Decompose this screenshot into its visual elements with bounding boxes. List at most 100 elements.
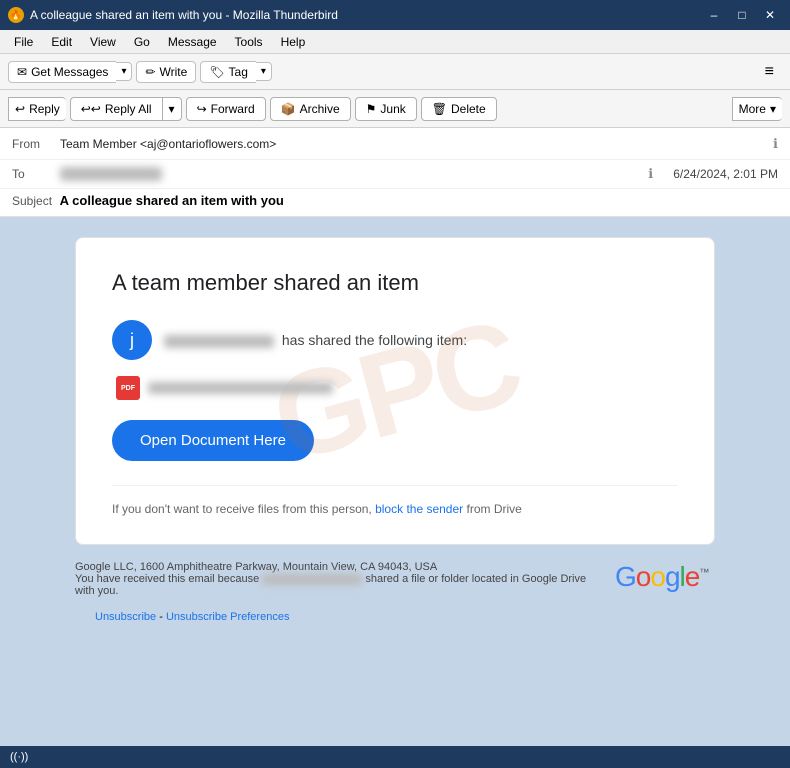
email-date: 6/24/2024, 2:01 PM <box>673 167 778 181</box>
menu-tools[interactable]: Tools <box>227 33 271 51</box>
close-button[interactable]: ✕ <box>758 5 782 25</box>
app-icon: 🔥 <box>8 7 24 23</box>
reply-button[interactable]: ↩ Reply <box>8 97 66 121</box>
junk-button[interactable]: ⚑ Junk <box>355 97 417 121</box>
open-btn-container: Open Document Here <box>112 420 678 485</box>
menu-edit[interactable]: Edit <box>43 33 80 51</box>
from-row: From Team Member <aj@ontarioflowers.com>… <box>0 128 790 160</box>
sharer-suffix: has shared the following item: <box>282 332 467 348</box>
forward-button[interactable]: ↪ Forward <box>186 97 266 121</box>
sharer-row: j has shared the following item: <box>112 320 678 360</box>
forward-icon: ↪ <box>197 102 207 116</box>
avatar: j <box>112 320 152 360</box>
company-notice: You have received this email because sha… <box>75 573 595 597</box>
block-sender-link[interactable]: block the sender <box>375 502 463 516</box>
delete-label: Delete <box>451 102 486 116</box>
delete-icon: 🗑 <box>432 102 447 116</box>
sharer-text: has shared the following item: <box>164 332 467 348</box>
reply-group: ↩ Reply <box>8 97 66 121</box>
google-logo-container: Google™ <box>615 561 708 593</box>
maximize-button[interactable]: □ <box>730 5 754 25</box>
envelope-icon: ✉ <box>17 65 27 79</box>
footer-company-text: Google LLC, 1600 Amphitheatre Parkway, M… <box>75 561 595 597</box>
google-tm: ™ <box>699 568 708 579</box>
unsubscribe-separator: - <box>159 611 166 623</box>
pencil-icon: ✏ <box>145 65 155 79</box>
write-label: Write <box>160 65 188 79</box>
subject-row: Subject A colleague shared an item with … <box>0 189 790 216</box>
footer-suffix: from Drive <box>467 502 522 516</box>
menu-message[interactable]: Message <box>160 33 225 51</box>
open-document-button[interactable]: Open Document Here <box>112 420 314 461</box>
date-container: 6/24/2024, 2:01 PM <box>673 160 790 188</box>
google-logo: Google™ <box>615 561 708 592</box>
pdf-icon: PDF <box>116 376 140 400</box>
menu-view[interactable]: View <box>82 33 124 51</box>
title-bar: 🔥 A colleague shared an item with you - … <box>0 0 790 30</box>
minimize-button[interactable]: – <box>702 5 726 25</box>
company-footer: Google LLC, 1600 Amphitheatre Parkway, M… <box>75 561 715 597</box>
junk-label: Junk <box>380 102 405 116</box>
main-toolbar: ✉ Get Messages ▾ ✏ Write 🏷 Tag ▾ ≡ <box>0 54 790 90</box>
window-title: A colleague shared an item with you - Mo… <box>30 8 338 22</box>
title-bar-left: 🔥 A colleague shared an item with you - … <box>8 7 338 23</box>
delete-button[interactable]: 🗑 Delete <box>421 97 497 121</box>
junk-icon: ⚑ <box>366 102 377 116</box>
company-address: Google LLC, 1600 Amphitheatre Parkway, M… <box>75 561 595 573</box>
sender-info-icon[interactable]: ℹ <box>773 136 778 152</box>
to-value: ████████████ <box>60 167 648 181</box>
get-messages-label: Get Messages <box>31 65 108 79</box>
write-button[interactable]: ✏ Write <box>136 61 196 83</box>
tag-button[interactable]: 🏷 Tag <box>200 61 256 83</box>
menu-help[interactable]: Help <box>273 33 314 51</box>
reply-all-label: Reply All <box>105 102 152 116</box>
footer-bottom-row: Google LLC, 1600 Amphitheatre Parkway, M… <box>75 561 715 597</box>
status-bar: ((·)) <box>0 746 790 768</box>
archive-icon: 📦 <box>281 102 296 116</box>
reply-all-icon: ↩↩ <box>81 102 101 116</box>
from-value: Team Member <aj@ontarioflowers.com> <box>60 137 773 151</box>
get-messages-dropdown[interactable]: ▾ <box>116 62 132 81</box>
to-date-row: To ████████████ ℹ 6/24/2024, 2:01 PM <box>0 160 790 189</box>
avatar-letter: j <box>130 330 134 351</box>
menu-go[interactable]: Go <box>126 33 158 51</box>
archive-label: Archive <box>300 102 340 116</box>
from-label: From <box>12 137 60 151</box>
get-messages-group: ✉ Get Messages ▾ <box>8 61 132 83</box>
reply-all-dropdown[interactable]: ▾ <box>162 97 182 121</box>
forward-label: Forward <box>211 102 255 116</box>
sharer-name-blurred <box>164 335 274 348</box>
to-info-icon[interactable]: ℹ <box>648 166 653 182</box>
more-label: More <box>739 102 766 116</box>
email-header: ↩ Reply ↩↩ Reply All ▾ ↪ Forward 📦 Archi… <box>0 90 790 217</box>
menu-file[interactable]: File <box>6 33 41 51</box>
action-toolbar: ↩ Reply ↩↩ Reply All ▾ ↪ Forward 📦 Archi… <box>0 90 790 128</box>
subject-label: Subject <box>12 194 52 208</box>
unsubscribe-bar: Unsubscribe - Unsubscribe Preferences <box>75 605 715 633</box>
tag-icon: 🏷 <box>209 65 224 79</box>
more-button[interactable]: More ▾ <box>732 97 782 121</box>
email-body: GPC A team member shared an item j has s… <box>0 217 790 746</box>
reply-icon: ↩ <box>15 102 25 116</box>
notice-prefix: You have received this email because <box>75 573 262 585</box>
reply-label: Reply <box>29 102 60 116</box>
wifi-icon: ((·)) <box>10 751 28 763</box>
notice-name-blurred <box>262 574 362 585</box>
to-label: To <box>12 167 60 181</box>
archive-button[interactable]: 📦 Archive <box>270 97 351 121</box>
menu-bar: File Edit View Go Message Tools Help <box>0 30 790 54</box>
get-messages-button[interactable]: ✉ Get Messages <box>8 61 116 83</box>
tag-group: 🏷 Tag ▾ <box>200 61 272 83</box>
to-row: To ████████████ ℹ <box>0 160 673 188</box>
hamburger-button[interactable]: ≡ <box>757 60 782 84</box>
subject-value: A colleague shared an item with you <box>60 193 284 208</box>
reply-all-button[interactable]: ↩↩ Reply All <box>70 97 162 121</box>
unsubscribe-link[interactable]: Unsubscribe <box>95 611 156 623</box>
unsubscribe-preferences-link[interactable]: Unsubscribe Preferences <box>166 611 290 623</box>
to-blurred: ████████████ <box>60 167 162 181</box>
more-group: More ▾ <box>732 97 782 121</box>
window-controls: – □ ✕ <box>702 5 782 25</box>
file-name-blurred <box>148 382 333 394</box>
card-footer-text: If you don't want to receive files from … <box>112 485 678 516</box>
tag-dropdown[interactable]: ▾ <box>256 62 272 81</box>
